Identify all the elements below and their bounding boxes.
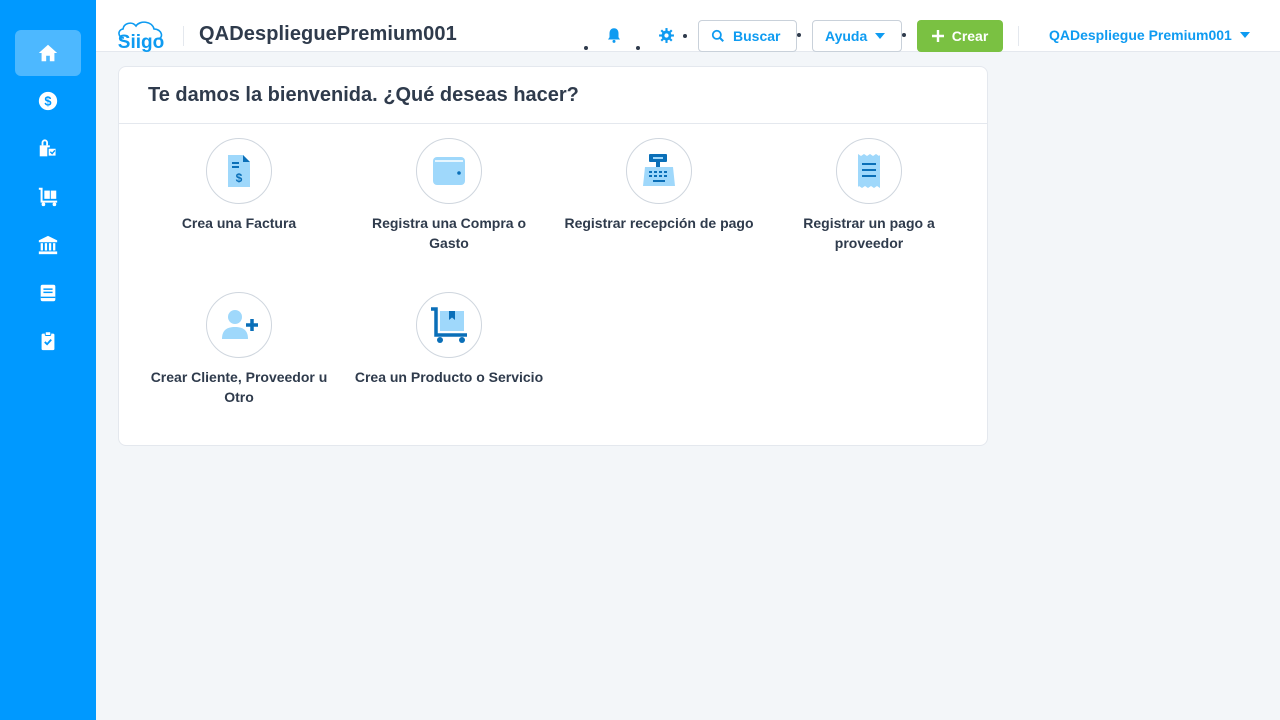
search-icon (711, 29, 724, 42)
action-icon-circle (206, 292, 272, 358)
sidebar-item-sales[interactable]: $ (15, 78, 81, 124)
welcome-title: Te damos la bienvenida. ¿Qué deseas hace… (148, 83, 579, 106)
bank-icon (38, 235, 58, 255)
caret-down-icon (875, 33, 886, 39)
caret-down-icon (1239, 32, 1250, 38)
action-register-purchase[interactable]: Registra una Compra o Gasto (349, 138, 549, 253)
sidebar-item-reports[interactable] (15, 318, 81, 364)
separator-dot (797, 33, 801, 37)
svg-text:$: $ (236, 171, 243, 185)
sidebar-item-home[interactable] (15, 30, 81, 76)
help-button-label: Ayuda (825, 28, 868, 44)
action-icon-circle (416, 292, 482, 358)
cash-register-icon (643, 154, 675, 186)
separator-dot (584, 46, 588, 50)
separator-dot (636, 46, 640, 50)
help-button[interactable]: Ayuda (812, 20, 902, 52)
product-dolly-icon (431, 307, 467, 343)
book-icon (40, 284, 56, 302)
action-icon-circle (626, 138, 692, 204)
action-register-supplier-payment[interactable]: Registrar un pago a proveedor (769, 138, 969, 253)
home-icon (38, 44, 58, 62)
user-menu[interactable]: QADespliegue Premium001 (1049, 27, 1250, 43)
add-user-icon (222, 310, 258, 339)
svg-text:$: $ (44, 94, 51, 109)
sidebar-item-inventory[interactable] (15, 174, 81, 220)
action-icon-circle (836, 138, 902, 204)
action-label: Registrar recepción de pago (564, 215, 754, 231)
header-divider (183, 26, 184, 46)
svg-text:Siigo: Siigo (118, 32, 164, 53)
action-label: Crea una Factura (181, 215, 297, 231)
action-icon-circle (416, 138, 482, 204)
action-register-payment-receipt[interactable]: Registrar recepción de pago (559, 138, 759, 233)
sidebar: $ (0, 0, 96, 720)
cart-dolly-icon (38, 187, 58, 207)
plus-icon (931, 30, 944, 42)
action-label: Crear Cliente, Proveedor u Otro (150, 369, 328, 405)
dollar-circle-icon: $ (38, 91, 58, 111)
company-name: QADesplieguePremium001 (199, 23, 457, 45)
gear-icon[interactable] (658, 27, 675, 44)
search-button[interactable]: Buscar (698, 20, 797, 52)
separator-dot (902, 33, 906, 37)
wallet-icon (433, 157, 465, 185)
receipt-icon (858, 154, 880, 188)
action-label: Registrar un pago a proveedor (803, 215, 935, 251)
user-menu-label: QADespliegue Premium001 (1049, 27, 1232, 43)
action-label: Registra una Compra o Gasto (371, 215, 527, 251)
siigo-logo[interactable]: Siigo (114, 18, 168, 54)
invoice-icon: $ (228, 155, 250, 187)
bell-icon[interactable] (605, 26, 623, 44)
sidebar-item-banks[interactable] (15, 222, 81, 268)
header-divider (1018, 26, 1019, 46)
action-create-contact[interactable]: Crear Cliente, Proveedor u Otro (139, 292, 339, 407)
top-bar: Siigo QADesplieguePremium001 Buscar Ayud… (96, 0, 1280, 54)
search-button-label: Buscar (733, 28, 781, 44)
action-label: Crea un Producto o Servicio (354, 369, 544, 385)
welcome-card-header: Te damos la bienvenida. ¿Qué deseas hace… (119, 67, 987, 124)
separator-dot (683, 34, 687, 38)
create-button-label: Crear (951, 28, 989, 44)
shopping-bag-icon (39, 139, 57, 158)
action-create-invoice[interactable]: $ Crea una Factura (139, 138, 339, 233)
sidebar-item-accounting[interactable] (15, 270, 81, 316)
action-icon-circle: $ (206, 138, 272, 204)
welcome-card: Te damos la bienvenida. ¿Qué deseas hace… (118, 66, 988, 446)
sidebar-item-purchases[interactable] (15, 126, 81, 172)
clipboard-check-icon (41, 331, 55, 351)
create-button[interactable]: Crear (917, 20, 1003, 52)
action-create-product[interactable]: Crea un Producto o Servicio (349, 292, 549, 387)
